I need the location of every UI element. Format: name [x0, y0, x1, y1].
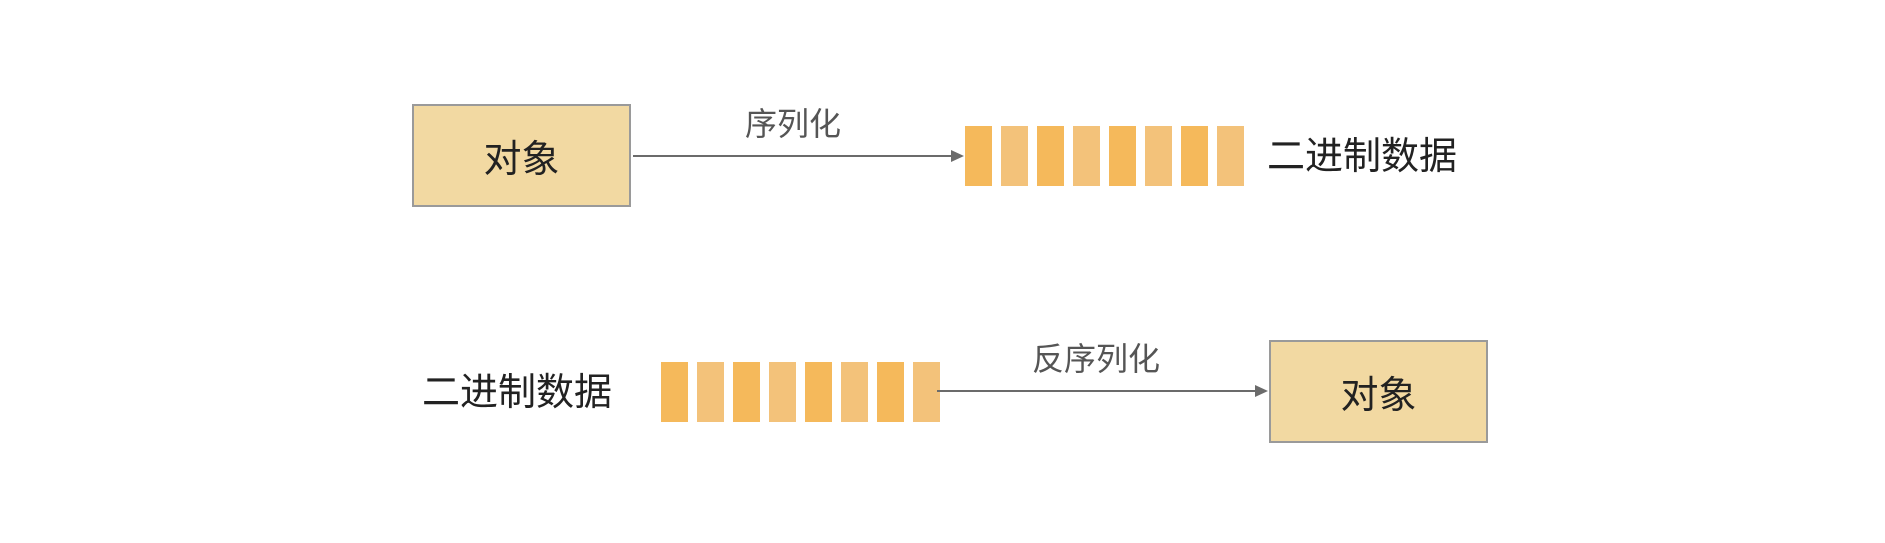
binary-bit — [1037, 126, 1064, 186]
binary-bit — [697, 362, 724, 422]
binary-data-label: 二进制数据 — [422, 370, 613, 414]
serialize-arrow — [633, 150, 964, 162]
binary-bit — [1181, 126, 1208, 186]
binary-bit — [769, 362, 796, 422]
object-box-label: 对象 — [483, 137, 560, 181]
object-box-label: 对象 — [1340, 373, 1417, 417]
binary-bit — [913, 362, 940, 422]
binary-bit — [841, 362, 868, 422]
deserialization-label: 反序列化 — [1032, 340, 1161, 378]
object-box-serialize: 对象 — [412, 104, 631, 207]
binary-data-label: 二进制数据 — [1267, 134, 1458, 178]
deserialize-arrow — [937, 385, 1268, 397]
binary-blocks-deserialize — [661, 362, 940, 422]
binary-bit — [965, 126, 992, 186]
binary-bit — [805, 362, 832, 422]
serialization-label: 序列化 — [745, 105, 842, 143]
binary-bit — [1001, 126, 1028, 186]
binary-bit — [1109, 126, 1136, 186]
serialization-diagram: 对象 序列化 二进制数据 二进制数据 反序列化 对象 — [0, 0, 1885, 543]
binary-bit — [1145, 126, 1172, 186]
binary-bit — [1217, 126, 1244, 186]
binary-bit — [1073, 126, 1100, 186]
object-box-deserialize: 对象 — [1269, 340, 1488, 443]
binary-bit — [661, 362, 688, 422]
binary-blocks-serialize — [965, 126, 1244, 186]
binary-bit — [877, 362, 904, 422]
binary-bit — [733, 362, 760, 422]
